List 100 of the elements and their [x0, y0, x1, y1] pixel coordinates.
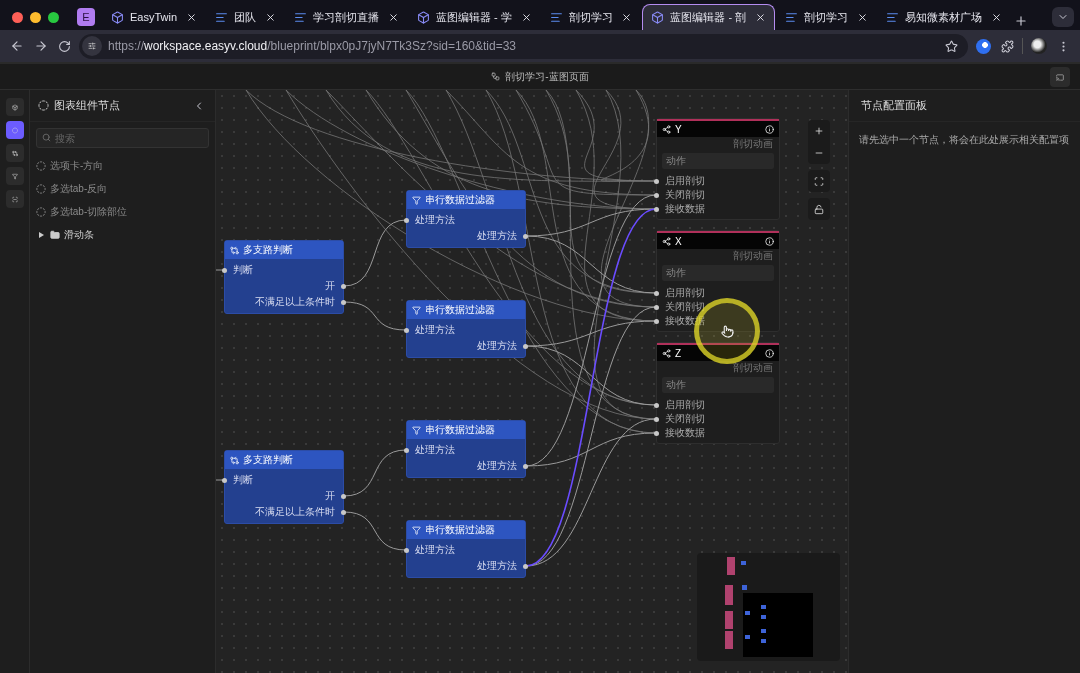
browser-tab[interactable]: 学习剖切直播	[285, 4, 407, 30]
port-dot[interactable]	[341, 509, 346, 515]
port-dot[interactable]	[654, 290, 659, 296]
info-icon[interactable]	[765, 236, 774, 246]
component-node[interactable]: Z 剖切动画 动作 启用剖切 关闭剖切 接收数据	[656, 342, 780, 444]
node-title: 串行数据过滤器	[425, 423, 496, 437]
extension-icon	[976, 38, 991, 54]
close-window-button[interactable]	[12, 11, 23, 23]
port-label: 关闭剖切	[665, 188, 705, 202]
rail-button[interactable]	[5, 190, 24, 208]
close-icon[interactable]	[991, 11, 1002, 23]
browser-tab[interactable]: 易知微素材广场	[878, 4, 1010, 30]
close-icon[interactable]	[186, 11, 197, 23]
port-dot[interactable]	[341, 299, 346, 305]
minimap[interactable]	[697, 553, 840, 661]
close-icon[interactable]	[621, 11, 633, 23]
port-dot[interactable]	[404, 447, 409, 453]
maximize-window-button[interactable]	[48, 11, 59, 23]
site-info-button[interactable]	[82, 36, 102, 56]
info-icon[interactable]	[765, 348, 774, 358]
browser-tab[interactable]: 蓝图编辑器 - 剖	[642, 4, 776, 30]
puzzle-icon	[1001, 39, 1014, 53]
port-dot[interactable]	[654, 416, 659, 422]
port-dot[interactable]	[654, 192, 659, 198]
search-field[interactable]: 搜索	[36, 128, 209, 148]
browser-tab[interactable]: 蓝图编辑器 - 学	[408, 4, 540, 30]
component-item[interactable]: 选项卡-方向	[30, 154, 215, 177]
port-dot[interactable]	[523, 563, 528, 569]
port-dot[interactable]	[404, 217, 409, 223]
close-icon[interactable]	[387, 11, 399, 23]
port-dot[interactable]	[341, 283, 346, 289]
browser-tab[interactable]: 剖切学习	[777, 4, 877, 30]
port-dot[interactable]	[654, 318, 659, 324]
bookmark-button[interactable]	[943, 37, 960, 55]
tab-list-button[interactable]	[1052, 7, 1074, 27]
node-subtitle: 剖切动画	[733, 361, 773, 375]
port-dot[interactable]	[654, 430, 659, 436]
minimize-window-button[interactable]	[30, 11, 41, 23]
section-label: 动作	[662, 153, 774, 169]
port-dot[interactable]	[404, 547, 409, 553]
port-dot[interactable]	[222, 267, 227, 273]
port-dot[interactable]	[523, 343, 528, 349]
hint-text: 请先选中一个节点，将会在此处展示相关配置项	[859, 133, 1070, 147]
reload-icon	[58, 39, 71, 53]
filter-node[interactable]: 串行数据过滤器 处理方法 处理方法	[406, 300, 526, 358]
share-icon	[662, 236, 671, 246]
caret-icon[interactable]	[39, 231, 44, 238]
component-item[interactable]: 多选tab-反向	[30, 177, 215, 200]
component-item[interactable]: 多选tab-切除部位	[30, 200, 215, 223]
browser-tab[interactable]: 团队	[207, 4, 284, 30]
fullscreen-icon	[814, 175, 824, 187]
port-label: 判断	[233, 263, 253, 277]
pointer-icon	[720, 324, 734, 338]
port-dot[interactable]	[523, 233, 528, 239]
info-icon[interactable]	[765, 124, 774, 134]
port-label: 处理方法	[415, 213, 455, 227]
rail-button[interactable]	[5, 167, 24, 185]
close-icon[interactable]	[857, 11, 869, 23]
port-dot[interactable]	[654, 178, 659, 184]
filter-node[interactable]: 串行数据过滤器 处理方法 处理方法	[406, 190, 526, 248]
node-title: X	[675, 235, 683, 247]
filter-node[interactable]: 串行数据过滤器 处理方法 处理方法	[406, 520, 526, 578]
item-label: 多选tab-反向	[50, 181, 108, 196]
dashed-circle-icon	[36, 183, 46, 194]
port-dot[interactable]	[341, 493, 346, 499]
port-dot[interactable]	[523, 463, 528, 469]
preview-button[interactable]	[1050, 67, 1070, 87]
component-node[interactable]: Y 剖切动画 动作 启用剖切 关闭剖切 接收数据	[656, 118, 780, 220]
dashed-circle-icon	[11, 124, 18, 136]
port-dot[interactable]	[222, 477, 227, 483]
address-field[interactable]: https://workspace.easyv.cloud/blueprint/blpx0pJ7jyN7Tk3Sz?sid=160&tid=33	[79, 33, 968, 59]
close-icon[interactable]	[520, 11, 532, 23]
profile-button[interactable]	[1029, 36, 1049, 56]
section-label: 动作	[662, 265, 774, 281]
port-dot[interactable]	[654, 304, 659, 310]
port-dot[interactable]	[654, 206, 659, 212]
close-icon[interactable]	[755, 12, 767, 23]
arrow-left-icon	[10, 39, 24, 53]
node-title: Y	[675, 123, 683, 135]
browser-tab[interactable]: EasyTwin	[103, 4, 205, 30]
cube-icon	[416, 10, 430, 24]
rail-button[interactable]	[5, 144, 24, 162]
port-dot[interactable]	[654, 402, 659, 408]
port-label: 关闭剖切	[665, 412, 705, 426]
port-dot[interactable]	[404, 327, 409, 333]
browser-tab[interactable]: 剖切学习	[541, 4, 641, 30]
close-icon[interactable]	[264, 11, 276, 23]
folder-item[interactable]: 滑动条	[30, 223, 215, 246]
lines-icon	[549, 10, 563, 24]
port-label: 开	[325, 279, 335, 293]
pinned-tab[interactable]: E	[71, 4, 101, 30]
rail-button[interactable]	[5, 98, 24, 116]
filter-node[interactable]: 串行数据过滤器 处理方法 处理方法	[406, 420, 526, 478]
rail-button[interactable]	[5, 121, 24, 139]
item-label: 选项卡-方向	[50, 158, 104, 173]
cube-icon	[111, 10, 124, 24]
node-title: 多支路判断	[243, 453, 294, 467]
branch-node[interactable]: 多支路判断 判断 开 不满足以上条件时	[224, 450, 344, 524]
extensions-button[interactable]	[999, 37, 1016, 55]
branch-node[interactable]: 多支路判断 判断 开 不满足以上条件时	[224, 240, 344, 314]
